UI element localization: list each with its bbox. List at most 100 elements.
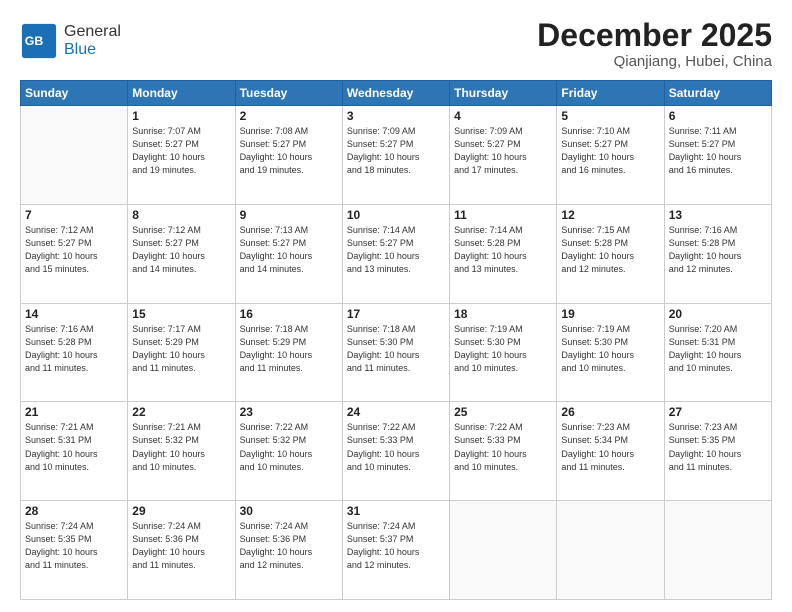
day-number: 8 — [132, 208, 230, 222]
day-number: 20 — [669, 307, 767, 321]
header-friday: Friday — [557, 81, 664, 106]
day-info: Sunrise: 7:10 AM Sunset: 5:27 PM Dayligh… — [561, 125, 659, 177]
day-info: Sunrise: 7:16 AM Sunset: 5:28 PM Dayligh… — [669, 224, 767, 276]
day-info: Sunrise: 7:24 AM Sunset: 5:35 PM Dayligh… — [25, 520, 123, 572]
day-info: Sunrise: 7:19 AM Sunset: 5:30 PM Dayligh… — [561, 323, 659, 375]
header-saturday: Saturday — [664, 81, 771, 106]
table-row: 9 Sunrise: 7:13 AM Sunset: 5:27 PM Daylig… — [235, 204, 342, 303]
day-info: Sunrise: 7:23 AM Sunset: 5:34 PM Dayligh… — [561, 421, 659, 473]
calendar-header-row: Sunday Monday Tuesday Wednesday Thursday… — [21, 81, 772, 106]
day-number: 31 — [347, 504, 445, 518]
title-month: December 2025 — [537, 18, 772, 53]
day-number: 10 — [347, 208, 445, 222]
table-row: 12 Sunrise: 7:15 AM Sunset: 5:28 PM Dayli… — [557, 204, 664, 303]
table-row: 31Sunrise: 7:24 AM Sunset: 5:37 PM Dayli… — [342, 501, 449, 600]
day-number: 25 — [454, 405, 552, 419]
logo-text: General Blue — [64, 23, 121, 59]
calendar-week-row: 28 Sunrise: 7:24 AM Sunset: 5:35 PM Dayli… — [21, 501, 772, 600]
day-info: Sunrise: 7:12 AM Sunset: 5:27 PM Dayligh… — [132, 224, 230, 276]
table-row: 13 Sunrise: 7:16 AM Sunset: 5:28 PM Dayli… — [664, 204, 771, 303]
day-info: Sunrise: 7:14 AM Sunset: 5:28 PM Dayligh… — [454, 224, 552, 276]
table-row: 30Sunrise: 7:24 AM Sunset: 5:36 PM Dayli… — [235, 501, 342, 600]
header-tuesday: Tuesday — [235, 81, 342, 106]
header-wednesday: Wednesday — [342, 81, 449, 106]
day-info: Sunrise: 7:21 AM Sunset: 5:31 PM Dayligh… — [25, 421, 123, 473]
table-row: 7 Sunrise: 7:12 AM Sunset: 5:27 PM Daylig… — [21, 204, 128, 303]
table-row: 28 Sunrise: 7:24 AM Sunset: 5:35 PM Dayli… — [21, 501, 128, 600]
day-number: 12 — [561, 208, 659, 222]
day-info: Sunrise: 7:22 AM Sunset: 5:33 PM Dayligh… — [454, 421, 552, 473]
day-number: 9 — [240, 208, 338, 222]
table-row — [450, 501, 557, 600]
day-info: Sunrise: 7:18 AM Sunset: 5:30 PM Dayligh… — [347, 323, 445, 375]
logo: GB General Blue — [20, 22, 121, 60]
day-info: Sunrise: 7:16 AM Sunset: 5:28 PM Dayligh… — [25, 323, 123, 375]
day-info: Sunrise: 7:15 AM Sunset: 5:28 PM Dayligh… — [561, 224, 659, 276]
title-block: December 2025 Qianjiang, Hubei, China — [537, 18, 772, 70]
table-row: 11Sunrise: 7:14 AM Sunset: 5:28 PM Dayli… — [450, 204, 557, 303]
table-row: 21Sunrise: 7:21 AM Sunset: 5:31 PM Dayli… — [21, 402, 128, 501]
table-row: 24Sunrise: 7:22 AM Sunset: 5:33 PM Dayli… — [342, 402, 449, 501]
calendar-week-row: 7 Sunrise: 7:12 AM Sunset: 5:27 PM Daylig… — [21, 204, 772, 303]
day-number: 24 — [347, 405, 445, 419]
header-sunday: Sunday — [21, 81, 128, 106]
table-row: 1Sunrise: 7:07 AM Sunset: 5:27 PM Daylig… — [128, 106, 235, 205]
day-number: 13 — [669, 208, 767, 222]
day-info: Sunrise: 7:21 AM Sunset: 5:32 PM Dayligh… — [132, 421, 230, 473]
day-info: Sunrise: 7:17 AM Sunset: 5:29 PM Dayligh… — [132, 323, 230, 375]
table-row: 26 Sunrise: 7:23 AM Sunset: 5:34 PM Dayli… — [557, 402, 664, 501]
table-row: 17 Sunrise: 7:18 AM Sunset: 5:30 PM Dayli… — [342, 303, 449, 402]
header-monday: Monday — [128, 81, 235, 106]
table-row: 14 Sunrise: 7:16 AM Sunset: 5:28 PM Dayli… — [21, 303, 128, 402]
day-number: 27 — [669, 405, 767, 419]
title-location: Qianjiang, Hubei, China — [537, 53, 772, 70]
day-number: 16 — [240, 307, 338, 321]
day-number: 4 — [454, 109, 552, 123]
day-info: Sunrise: 7:09 AM Sunset: 5:27 PM Dayligh… — [454, 125, 552, 177]
calendar-table: Sunday Monday Tuesday Wednesday Thursday… — [20, 80, 772, 600]
day-info: Sunrise: 7:12 AM Sunset: 5:27 PM Dayligh… — [25, 224, 123, 276]
day-info: Sunrise: 7:19 AM Sunset: 5:30 PM Dayligh… — [454, 323, 552, 375]
day-number: 3 — [347, 109, 445, 123]
calendar-week-row: 14 Sunrise: 7:16 AM Sunset: 5:28 PM Dayli… — [21, 303, 772, 402]
table-row: 8 Sunrise: 7:12 AM Sunset: 5:27 PM Daylig… — [128, 204, 235, 303]
table-row: 10Sunrise: 7:14 AM Sunset: 5:27 PM Dayli… — [342, 204, 449, 303]
day-number: 23 — [240, 405, 338, 419]
day-number: 28 — [25, 504, 123, 518]
day-info: Sunrise: 7:20 AM Sunset: 5:31 PM Dayligh… — [669, 323, 767, 375]
table-row: 3 Sunrise: 7:09 AM Sunset: 5:27 PM Daylig… — [342, 106, 449, 205]
day-number: 14 — [25, 307, 123, 321]
day-info: Sunrise: 7:24 AM Sunset: 5:36 PM Dayligh… — [240, 520, 338, 572]
day-number: 5 — [561, 109, 659, 123]
day-number: 18 — [454, 307, 552, 321]
day-number: 6 — [669, 109, 767, 123]
day-number: 26 — [561, 405, 659, 419]
day-info: Sunrise: 7:11 AM Sunset: 5:27 PM Dayligh… — [669, 125, 767, 177]
logo-icon: GB — [20, 22, 58, 60]
svg-text:GB: GB — [25, 34, 44, 48]
table-row: 15 Sunrise: 7:17 AM Sunset: 5:29 PM Dayli… — [128, 303, 235, 402]
day-info: Sunrise: 7:09 AM Sunset: 5:27 PM Dayligh… — [347, 125, 445, 177]
table-row: 4 Sunrise: 7:09 AM Sunset: 5:27 PM Daylig… — [450, 106, 557, 205]
table-row: 2Sunrise: 7:08 AM Sunset: 5:27 PM Daylig… — [235, 106, 342, 205]
table-row: 22Sunrise: 7:21 AM Sunset: 5:32 PM Dayli… — [128, 402, 235, 501]
day-info: Sunrise: 7:22 AM Sunset: 5:32 PM Dayligh… — [240, 421, 338, 473]
day-number: 15 — [132, 307, 230, 321]
day-info: Sunrise: 7:13 AM Sunset: 5:27 PM Dayligh… — [240, 224, 338, 276]
header: GB General Blue December 2025 Qianjiang,… — [20, 18, 772, 70]
header-thursday: Thursday — [450, 81, 557, 106]
table-row: 29 Sunrise: 7:24 AM Sunset: 5:36 PM Dayli… — [128, 501, 235, 600]
table-row: 18 Sunrise: 7:19 AM Sunset: 5:30 PM Dayli… — [450, 303, 557, 402]
day-number: 29 — [132, 504, 230, 518]
table-row: 5 Sunrise: 7:10 AM Sunset: 5:27 PM Daylig… — [557, 106, 664, 205]
day-info: Sunrise: 7:24 AM Sunset: 5:36 PM Dayligh… — [132, 520, 230, 572]
day-number: 19 — [561, 307, 659, 321]
table-row: 19 Sunrise: 7:19 AM Sunset: 5:30 PM Dayli… — [557, 303, 664, 402]
day-number: 7 — [25, 208, 123, 222]
page: GB General Blue December 2025 Qianjiang,… — [0, 0, 792, 612]
table-row: 25 Sunrise: 7:22 AM Sunset: 5:33 PM Dayli… — [450, 402, 557, 501]
day-info: Sunrise: 7:08 AM Sunset: 5:27 PM Dayligh… — [240, 125, 338, 177]
table-row — [557, 501, 664, 600]
day-info: Sunrise: 7:07 AM Sunset: 5:27 PM Dayligh… — [132, 125, 230, 177]
day-number: 17 — [347, 307, 445, 321]
